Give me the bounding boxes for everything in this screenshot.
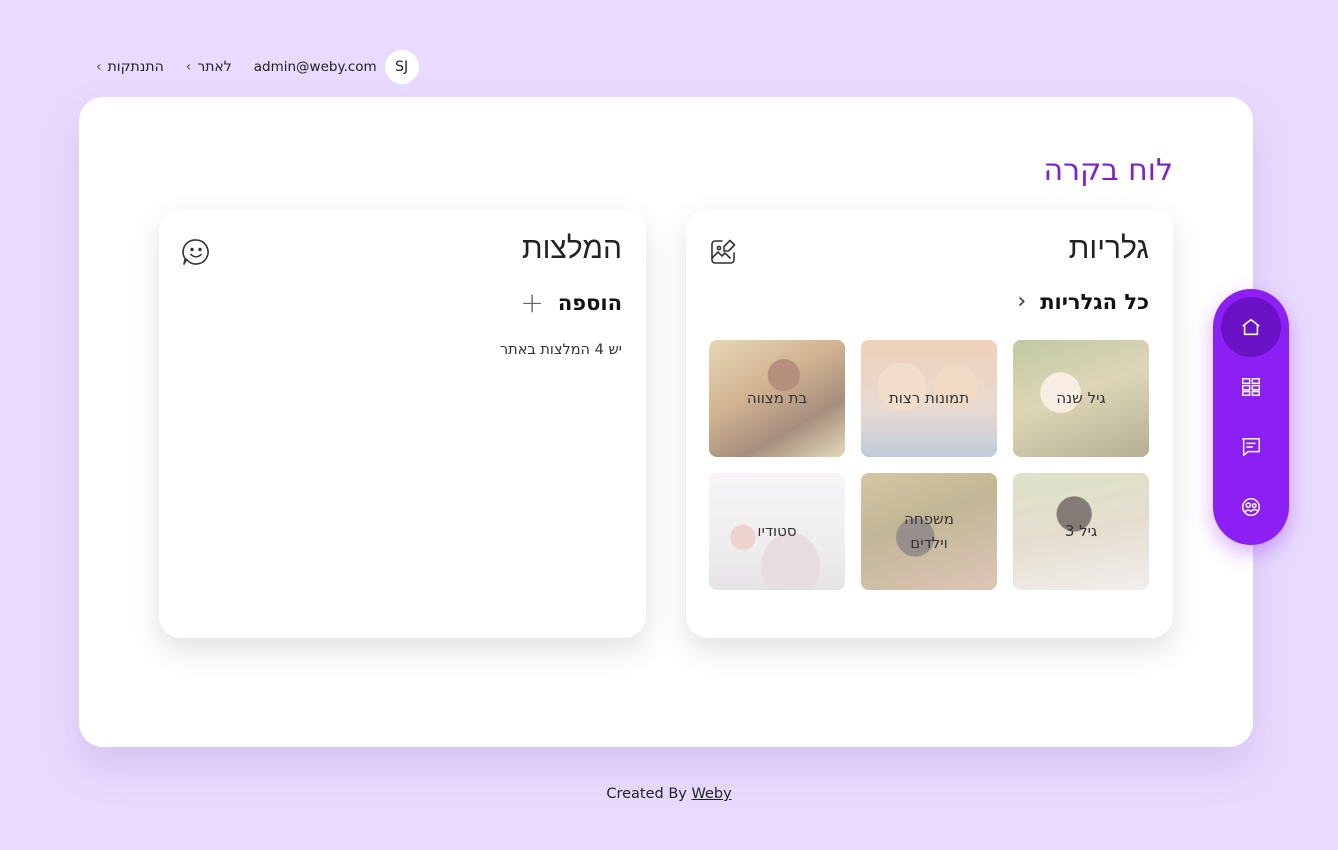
site-label: לאתר [197, 59, 232, 75]
user-email: admin@weby.com [253, 59, 377, 75]
gallery-item[interactable]: גיל שנה [1013, 340, 1149, 457]
recommendations-card: המלצות הוספה + יש 4 המלצות באתר [159, 209, 646, 638]
all-galleries-label: כל הגלריות [1040, 289, 1149, 314]
all-galleries-link[interactable]: כל הגלריות ‹ [1017, 289, 1149, 314]
add-recommendation-button[interactable]: הוספה + [520, 289, 622, 317]
chevron-left-icon: ‹ [185, 59, 192, 75]
home-icon [1242, 318, 1260, 336]
galleries-title: גלריות [1068, 231, 1149, 266]
avatar[interactable]: SJ [384, 50, 419, 84]
logout-label: התנתקות [107, 59, 164, 75]
gallery-item[interactable]: תמונות רצות [861, 340, 997, 457]
nav-recommendations[interactable] [1221, 417, 1281, 477]
footer-prefix: Created By [606, 786, 687, 802]
grid-icon [1242, 378, 1260, 396]
chevron-left-icon: ‹ [1017, 289, 1027, 314]
gallery-label: סטודיו [757, 521, 797, 540]
nav-home[interactable] [1221, 297, 1281, 357]
recommendations-title: המלצות [521, 231, 622, 266]
plus-icon: + [520, 286, 544, 319]
gallery-item[interactable]: בת מצווה [709, 340, 845, 457]
chevron-left-icon: ‹ [96, 59, 102, 75]
image-edit-icon[interactable] [708, 237, 738, 267]
footer: Created By Weby [0, 786, 1338, 802]
nav-galleries[interactable] [1221, 357, 1281, 417]
recommendations-count: יש 4 המלצות באתר [499, 342, 622, 358]
site-link[interactable]: ‹ לאתר [186, 59, 232, 75]
gallery-label: משפחה וילדים [904, 510, 954, 552]
gallery-label: גיל שנה [1056, 388, 1106, 407]
gallery-item[interactable]: גיל 3 [1013, 473, 1149, 590]
gallery-label: גיל 3 [1064, 521, 1098, 540]
logout-link[interactable]: ‹ התנתקות [96, 59, 164, 75]
gallery-label: תמונות רצות [888, 388, 970, 407]
nav-users[interactable] [1221, 477, 1281, 537]
weby-link[interactable]: Weby [691, 786, 731, 802]
gallery-label: בת מצווה [746, 388, 808, 407]
smile-chat-icon[interactable] [181, 237, 211, 267]
note-icon [1242, 438, 1260, 456]
users-icon [1242, 498, 1260, 516]
add-label: הוספה [557, 291, 622, 315]
top-bar: ‹ התנתקות ‹ לאתר admin@weby.com SJ [96, 50, 419, 84]
main-panel: לוח בקרה גלריות כל הגלריות ‹ גיל שנה תמו… [79, 97, 1253, 747]
side-nav [1213, 289, 1289, 545]
page-title: לוח בקרה [1043, 153, 1173, 188]
gallery-grid: גיל שנה תמונות רצות בת מצווה גיל 3 משפחה… [709, 340, 1149, 590]
galleries-card: גלריות כל הגלריות ‹ גיל שנה תמונות רצות … [686, 209, 1173, 638]
gallery-item[interactable]: משפחה וילדים [861, 473, 997, 590]
gallery-item[interactable]: סטודיו [709, 473, 845, 590]
